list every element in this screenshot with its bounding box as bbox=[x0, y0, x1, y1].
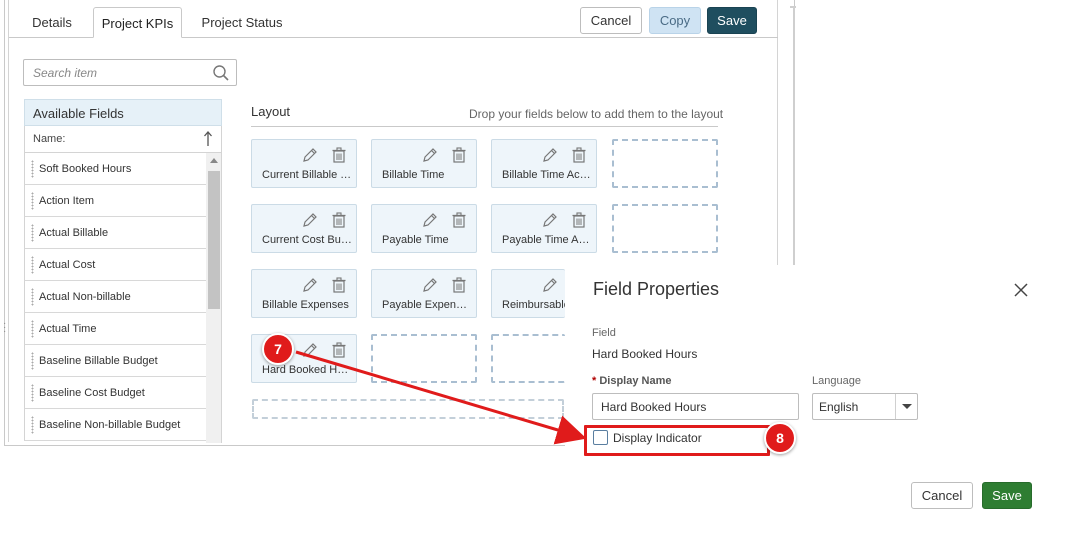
step-8-badge: 8 bbox=[764, 422, 796, 454]
annotation-highlight bbox=[584, 425, 770, 456]
annotation-arrow bbox=[295, 350, 587, 445]
step-7-badge: 7 bbox=[262, 333, 294, 365]
